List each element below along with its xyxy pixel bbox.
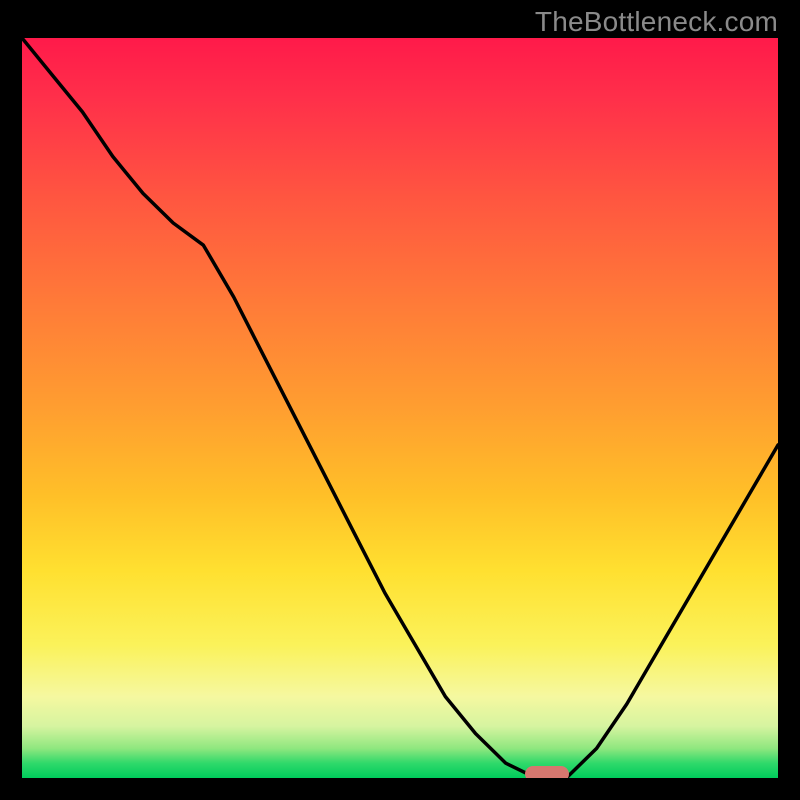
optimum-marker (525, 766, 569, 778)
chart-frame: TheBottleneck.com (0, 0, 800, 800)
plot-area (22, 38, 778, 778)
bottleneck-curve (22, 38, 778, 778)
watermark-text: TheBottleneck.com (535, 6, 778, 38)
